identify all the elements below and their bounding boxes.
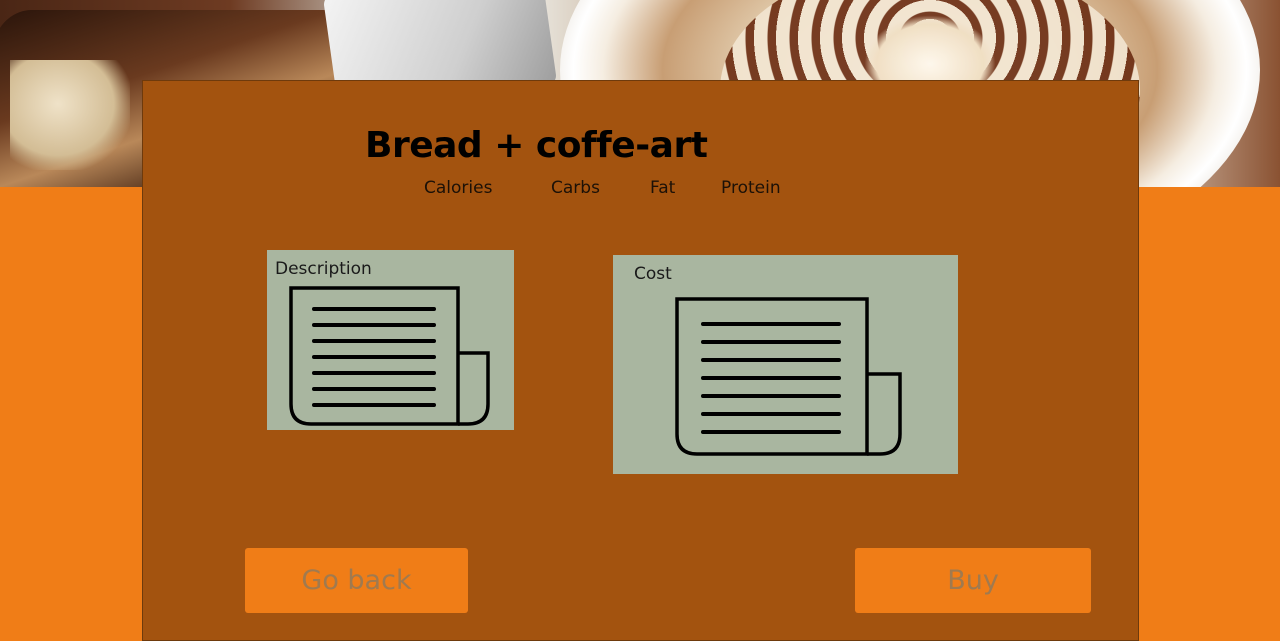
description-box: Description [267,250,514,430]
product-title: Bread + coffe-art [365,125,708,166]
cost-label: Cost [634,264,672,284]
cake-cream-shape [10,60,130,170]
cost-box: Cost [613,255,958,474]
product-detail-panel: Bread + coffe-art Calories Carbs Fat Pro… [142,80,1139,641]
nutrition-carbs-label: Carbs [551,178,600,198]
nutrition-calories-label: Calories [424,178,493,198]
nutrition-protein-label: Protein [721,178,781,198]
nutrition-fat-label: Fat [650,178,676,198]
go-back-button[interactable]: Go back [245,548,468,613]
buy-button[interactable]: Buy [855,548,1091,613]
newspaper-icon [675,297,902,456]
description-label: Description [275,259,372,279]
newspaper-icon [289,286,490,426]
